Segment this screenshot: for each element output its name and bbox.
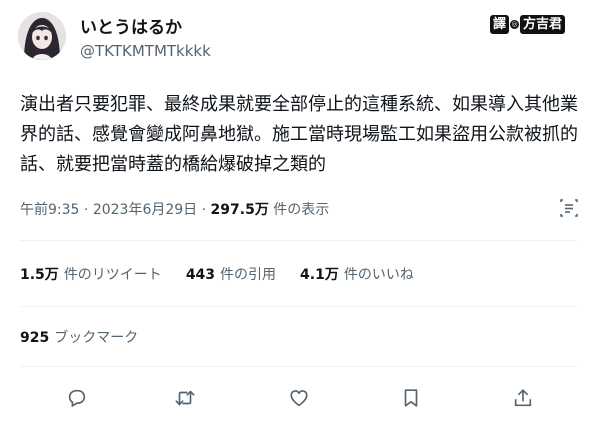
tweet-date[interactable]: 2023年6月29日 xyxy=(93,202,197,218)
share-button[interactable] xyxy=(510,385,536,411)
views-count: 297.5万 xyxy=(210,202,269,218)
views-label: 件の表示 xyxy=(273,202,330,218)
divider xyxy=(20,306,578,307)
tweet-time[interactable]: 午前9:35 xyxy=(20,202,79,218)
reply-icon xyxy=(68,389,86,408)
tweet-meta: 午前9:35 · 2023年6月29日 · 297.5万 件の表示 xyxy=(20,199,580,221)
action-bar xyxy=(0,385,598,411)
quotes-count: 443 xyxy=(185,267,216,283)
share-icon xyxy=(514,389,532,407)
retweet-button[interactable] xyxy=(172,385,198,411)
retweet-icon xyxy=(175,390,195,406)
engagement-stats: 1.5万 件のリツイート 443 件の引用 4.1万 件のいいね xyxy=(20,264,414,286)
like-button[interactable] xyxy=(286,385,312,411)
user-handle[interactable]: @TKTKMTMTkkkk xyxy=(80,41,211,61)
bookmarks-count: 925 xyxy=(20,330,50,346)
likes-stat[interactable]: 4.1万 件のいいね xyxy=(300,264,414,286)
retweets-count: 1.5万 xyxy=(20,267,59,283)
watermark-logo: 譯 ◎ 方吉君 xyxy=(490,13,566,35)
analytics-icon[interactable] xyxy=(558,196,580,220)
watermark-dot: ◎ xyxy=(510,19,520,29)
bookmarks-stat[interactable]: 925 ブックマーク xyxy=(20,327,138,347)
tweet-text: 演出者只要犯罪、最終成果就要全部停止的這種系統、如果導入其他業界的話、感覺會變成… xyxy=(20,94,578,175)
divider xyxy=(20,366,578,367)
heart-icon xyxy=(290,390,308,407)
bookmark-icon xyxy=(404,389,418,407)
display-name[interactable]: いとうはるか xyxy=(80,17,182,39)
meta-separator-2: · xyxy=(201,202,207,218)
quotes-stat[interactable]: 443 件の引用 xyxy=(186,264,276,286)
retweets-label: 件のリツイート xyxy=(63,267,162,283)
quotes-label: 件の引用 xyxy=(220,267,277,283)
retweets-stat[interactable]: 1.5万 件のリツイート xyxy=(20,264,162,286)
avatar-illustration xyxy=(18,12,66,60)
likes-count: 4.1万 xyxy=(300,267,339,283)
divider xyxy=(20,240,578,241)
bookmark-button[interactable] xyxy=(398,385,424,411)
watermark-left: 譯 xyxy=(490,14,510,34)
bookmarks-label: ブックマーク xyxy=(54,330,139,346)
avatar[interactable] xyxy=(18,12,66,60)
meta-separator: · xyxy=(83,202,89,218)
watermark-right: 方吉君 xyxy=(520,14,566,34)
likes-label: 件のいいね xyxy=(343,267,414,283)
reply-button[interactable] xyxy=(64,385,90,411)
